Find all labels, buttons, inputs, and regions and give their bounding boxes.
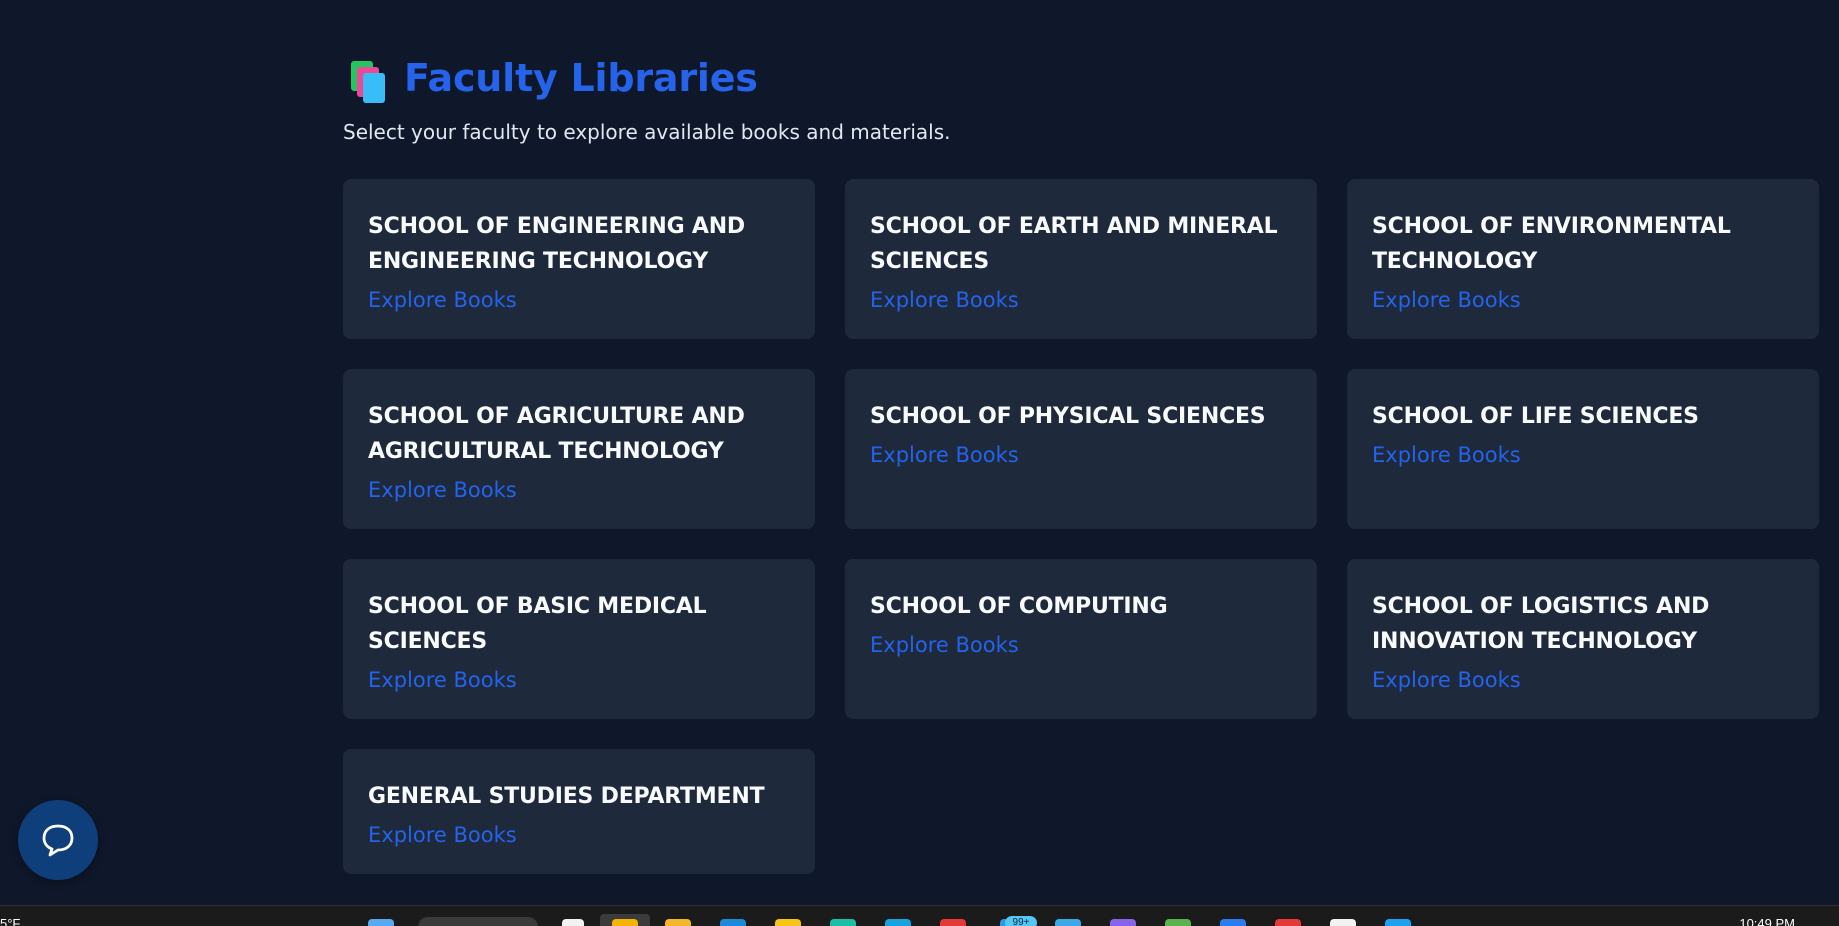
app-icon[interactable]: [1220, 919, 1246, 926]
title-row: Faculty Libraries: [348, 56, 758, 103]
app-icon[interactable]: [1330, 919, 1356, 926]
faculty-card-title: SCHOOL OF ENVIRONMENTAL TECHNOLOGY: [1372, 214, 1731, 274]
explore-books-link[interactable]: Explore Books: [368, 286, 517, 314]
app-icon[interactable]: [1165, 919, 1191, 926]
folder-icon[interactable]: [665, 919, 691, 926]
faculty-card-title: SCHOOL OF AGRICULTURE AND AGRICULTURAL T…: [368, 404, 745, 464]
faculty-card-title: SCHOOL OF LOGISTICS AND INNOVATION TECHN…: [1372, 594, 1710, 654]
notification-badge: 99+: [1005, 916, 1037, 926]
faculty-card-life-sciences[interactable]: SCHOOL OF LIFE SCIENCES Explore Books: [1347, 369, 1819, 529]
taskbar-temperature: 5°F: [0, 916, 21, 926]
explore-books-link[interactable]: Explore Books: [870, 631, 1019, 659]
faculty-card-logistics[interactable]: SCHOOL OF LOGISTICS AND INNOVATION TECHN…: [1347, 559, 1819, 719]
faculty-card-title: SCHOOL OF COMPUTING: [870, 594, 1168, 619]
faculty-card-title: SCHOOL OF EARTH AND MINERAL SCIENCES: [870, 214, 1278, 274]
faculty-card-title: SCHOOL OF PHYSICAL SCIENCES: [870, 404, 1266, 429]
app-icon[interactable]: [1055, 919, 1081, 926]
app-icon[interactable]: [1110, 919, 1136, 926]
edge-icon[interactable]: [720, 919, 746, 926]
faculty-card-general-studies[interactable]: GENERAL STUDIES DEPARTMENT Explore Books: [343, 749, 815, 874]
faculty-card-title: SCHOOL OF ENGINEERING AND ENGINEERING TE…: [368, 214, 745, 274]
explore-books-link[interactable]: Explore Books: [1372, 666, 1521, 694]
windows-start-icon[interactable]: [368, 919, 394, 926]
faculty-card-engineering[interactable]: SCHOOL OF ENGINEERING AND ENGINEERING TE…: [343, 179, 815, 339]
taskbar: 5°F 99+ 10:49 PM: [0, 905, 1839, 926]
explore-books-link[interactable]: Explore Books: [1372, 441, 1521, 469]
faculty-card-earth-mineral[interactable]: SCHOOL OF EARTH AND MINERAL SCIENCES Exp…: [845, 179, 1317, 339]
faculty-card-title: GENERAL STUDIES DEPARTMENT: [368, 784, 765, 809]
faculty-card-computing[interactable]: SCHOOL OF COMPUTING Explore Books: [845, 559, 1317, 719]
app-icon[interactable]: [1275, 919, 1301, 926]
explore-books-link[interactable]: Explore Books: [368, 476, 517, 504]
taskbar-search[interactable]: [418, 917, 538, 926]
faculty-card-title: SCHOOL OF BASIC MEDICAL SCIENCES: [368, 594, 707, 654]
explore-books-link[interactable]: Explore Books: [368, 666, 517, 694]
page-subtitle: Select your faculty to explore available…: [343, 120, 951, 144]
faculty-card-agriculture[interactable]: SCHOOL OF AGRICULTURE AND AGRICULTURAL T…: [343, 369, 815, 529]
app-icon[interactable]: [885, 919, 911, 926]
app-icon[interactable]: [1385, 919, 1411, 926]
faculty-libraries-page: Faculty Libraries Select your faculty to…: [343, 0, 1820, 905]
app-icon[interactable]: [830, 919, 856, 926]
chat-bubble-icon: [42, 824, 74, 857]
app-icon[interactable]: [775, 919, 801, 926]
faculty-grid: SCHOOL OF ENGINEERING AND ENGINEERING TE…: [343, 179, 1819, 874]
chat-button[interactable]: [18, 800, 98, 880]
faculty-card-physical-sciences[interactable]: SCHOOL OF PHYSICAL SCIENCES Explore Book…: [845, 369, 1317, 529]
faculty-card-basic-medical[interactable]: SCHOOL OF BASIC MEDICAL SCIENCES Explore…: [343, 559, 815, 719]
explore-books-link[interactable]: Explore Books: [870, 286, 1019, 314]
taskbar-time: 10:49 PM: [1739, 916, 1795, 926]
explore-books-link[interactable]: Explore Books: [1372, 286, 1521, 314]
browser-app-icon[interactable]: [612, 919, 638, 926]
faculty-card-title: SCHOOL OF LIFE SCIENCES: [1372, 404, 1699, 429]
books-icon: [348, 58, 390, 103]
explore-books-link[interactable]: Explore Books: [870, 441, 1019, 469]
explore-books-link[interactable]: Explore Books: [368, 821, 517, 849]
blue-book-icon: [363, 73, 385, 103]
app-icon[interactable]: [940, 919, 966, 926]
task-view-icon[interactable]: [562, 919, 584, 926]
page-title: Faculty Libraries: [404, 56, 758, 100]
faculty-card-environmental[interactable]: SCHOOL OF ENVIRONMENTAL TECHNOLOGY Explo…: [1347, 179, 1819, 339]
